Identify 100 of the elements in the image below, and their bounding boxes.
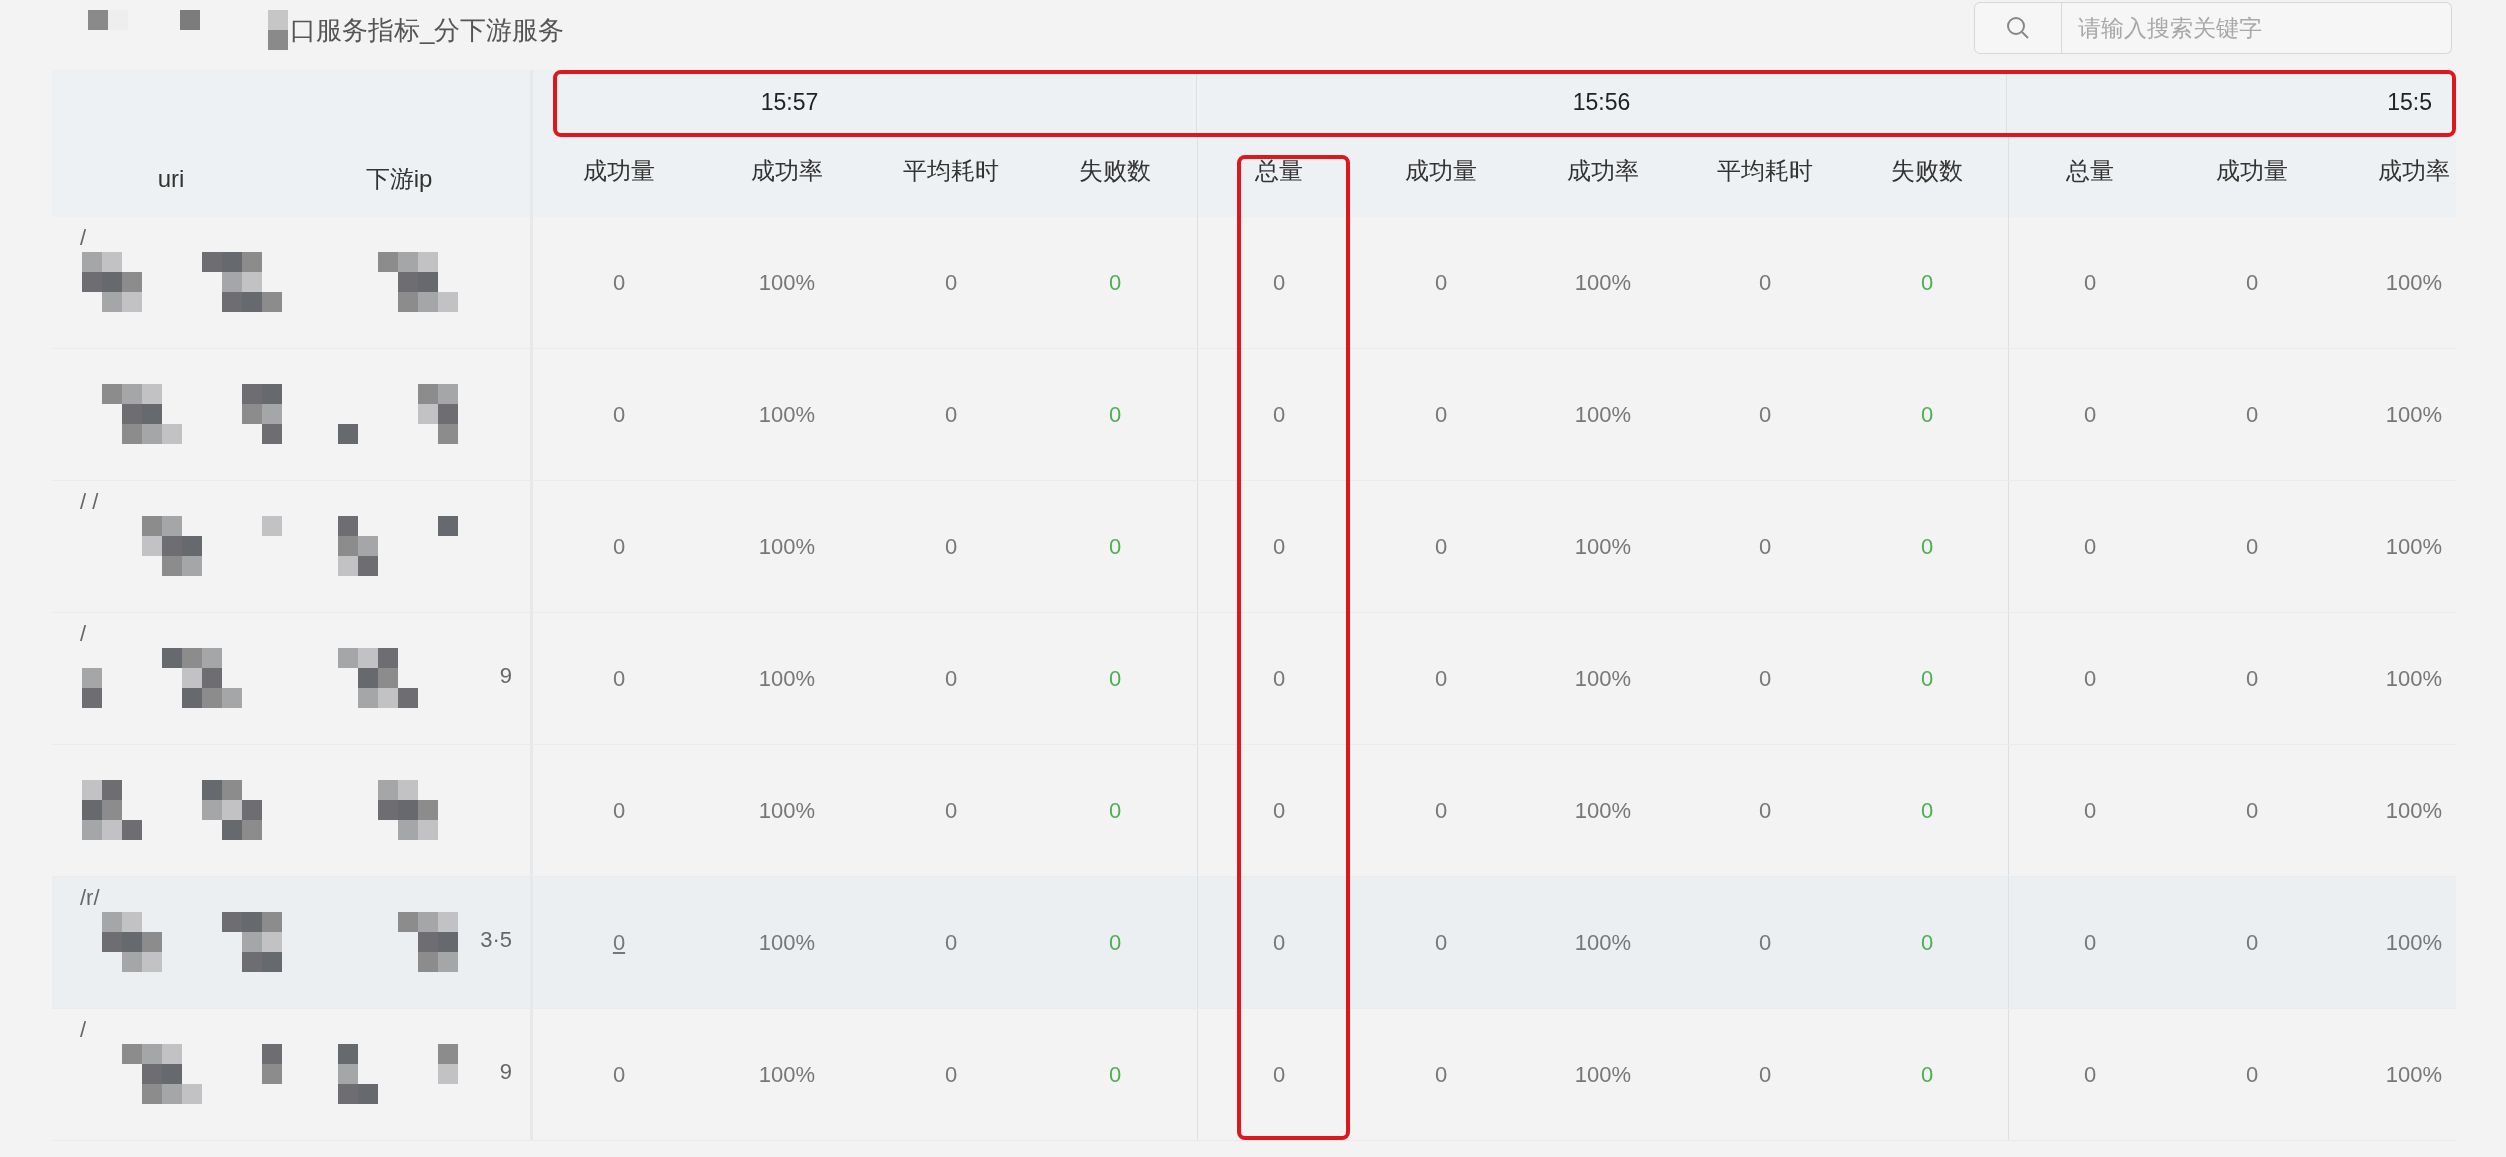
- table-cell: 100%: [2385, 1061, 2443, 1088]
- value-link[interactable]: 0: [612, 929, 626, 956]
- column-header: 失败数: [1079, 156, 1151, 186]
- table-cell: 100%: [2385, 929, 2443, 956]
- table-cell: 100%: [1574, 665, 1632, 692]
- table-row[interactable]: 0 100% 0 0 0 0 100% 0 0 0 0 100%: [52, 745, 2456, 877]
- column-header: 成功量: [583, 156, 655, 186]
- column-header: 平均耗时: [1717, 156, 1813, 186]
- table-cell: 0: [1434, 1061, 1448, 1088]
- table-cell: 0: [1758, 929, 1772, 956]
- mosaic-drawing: [378, 780, 439, 840]
- table-cell: 0: [1920, 797, 1934, 824]
- uri-text: /: [80, 1017, 87, 1043]
- table-cell: 100%: [758, 665, 816, 692]
- table-cell: 100%: [758, 269, 816, 296]
- table-cell: 0: [1108, 533, 1122, 560]
- column-header: 成功量: [1405, 156, 1477, 186]
- table-cell: 0: [2245, 665, 2259, 692]
- table-cell: 0: [944, 1061, 958, 1088]
- table-cell: 100%: [2385, 797, 2443, 824]
- table-cell: 0: [1920, 533, 1934, 560]
- table-cell: 100%: [2385, 533, 2443, 560]
- table-row[interactable]: / 9 0 100% 0 0 0 0 100% 0 0 0 0 100%: [52, 613, 2456, 745]
- table-cell: 0: [1272, 269, 1286, 296]
- table-cell: 0: [1758, 269, 1772, 296]
- mosaic-drawing: [398, 912, 459, 972]
- table-cell: 100%: [758, 797, 816, 824]
- table-cell: 0: [1758, 797, 1772, 824]
- table-cell: 0: [1434, 533, 1448, 560]
- table-cell: 0: [944, 929, 958, 956]
- table-cell: 100%: [758, 401, 816, 428]
- table-cell: 0: [1920, 665, 1934, 692]
- uri-text: /: [80, 225, 87, 251]
- table-cell: 0: [2083, 269, 2097, 296]
- ip-text: 3·5: [480, 927, 512, 953]
- table-cell: 100%: [1574, 533, 1632, 560]
- table-row[interactable]: / / 0 100% 0 0 0 0 100% 0 0 0 0 100%: [52, 481, 2456, 613]
- table-row[interactable]: / 0 100% 0 0 0 0 100% 0 0 0 0 100%: [52, 217, 2456, 349]
- table-cell: 0: [2083, 929, 2097, 956]
- table-cell: 0: [2245, 401, 2259, 428]
- column-header: 成功量: [2216, 156, 2288, 186]
- table-cell: 0: [944, 269, 958, 296]
- table-row[interactable]: /r/ 3·5 0 100% 0 0 0 0 100% 0 0 0 0 100%: [52, 877, 2456, 1009]
- table-cell: 0: [612, 1061, 626, 1088]
- table-cell: 0: [2083, 797, 2097, 824]
- table-cell: 0: [1920, 929, 1934, 956]
- table-cell: 0: [2083, 533, 2097, 560]
- column-header: 成功率: [1567, 156, 1639, 186]
- table-cell: 0: [944, 533, 958, 560]
- table-cell: 0: [612, 401, 626, 428]
- table-cell: 100%: [1574, 1061, 1632, 1088]
- table-row[interactable]: 0 100% 0 0 0 0 100% 0 0 0 0 100%: [52, 349, 2456, 481]
- table-cell: 0: [1758, 1061, 1772, 1088]
- table-cell: 0: [1272, 1061, 1286, 1088]
- column-header: 总量: [2066, 156, 2114, 186]
- table-cell: 0: [1108, 1061, 1122, 1088]
- table-cell: 100%: [758, 1061, 816, 1088]
- table-cell: 0: [1920, 1061, 1934, 1088]
- table-cell: 100%: [1574, 929, 1632, 956]
- table-cell: 0: [2245, 929, 2259, 956]
- table-cell: 0: [2245, 533, 2259, 560]
- table-cell: 0: [1434, 269, 1448, 296]
- table-cell: 0: [2083, 665, 2097, 692]
- table-cell: 0: [1108, 269, 1122, 296]
- table-cell: 100%: [2385, 269, 2443, 296]
- search-button[interactable]: [1974, 2, 2062, 54]
- search-icon: [2005, 15, 2031, 41]
- table-cell: 100%: [1574, 401, 1632, 428]
- table-cell: 0: [1272, 929, 1286, 956]
- table-cell: 0: [2245, 269, 2259, 296]
- table-cell: 0: [612, 269, 626, 296]
- table-cell: 100%: [1574, 269, 1632, 296]
- table-cell: 0: [1108, 929, 1122, 956]
- table-cell: 0: [1434, 665, 1448, 692]
- table-cell: 0: [2245, 1061, 2259, 1088]
- column-header: 平均耗时: [903, 156, 999, 186]
- table-cell: 0: [2083, 1061, 2097, 1088]
- ip-text: 9: [499, 663, 512, 689]
- table-cell: 0: [1434, 797, 1448, 824]
- table-cell: 0: [612, 665, 626, 692]
- table-row[interactable]: / 9 0 100% 0 0 0 0 100% 0 0 0 0 100%: [52, 1009, 2456, 1141]
- table-cell: 100%: [1574, 797, 1632, 824]
- table-cell: 0: [944, 665, 958, 692]
- table-cell: 0: [2245, 797, 2259, 824]
- uri-text: / /: [80, 489, 99, 515]
- ip-text: 9: [499, 1059, 512, 1085]
- table-cell: 0: [1108, 401, 1122, 428]
- search-field[interactable]: 请输入搜索关键字: [2062, 2, 2452, 54]
- table-cell: 0: [1272, 665, 1286, 692]
- time-label: 15:57: [760, 89, 819, 116]
- column-header: 成功率: [2378, 156, 2450, 186]
- table-cell: 100%: [2385, 665, 2443, 692]
- table-cell: 0: [1758, 533, 1772, 560]
- column-header: uri: [156, 164, 186, 193]
- table-cell: 0: [2083, 401, 2097, 428]
- table-cell: 0: [1434, 401, 1448, 428]
- column-header: 失败数: [1891, 156, 1963, 186]
- table-cell: 100%: [758, 929, 816, 956]
- page-title: 口服务指标_分下游服务: [290, 13, 565, 47]
- table-cell: 0: [1920, 269, 1934, 296]
